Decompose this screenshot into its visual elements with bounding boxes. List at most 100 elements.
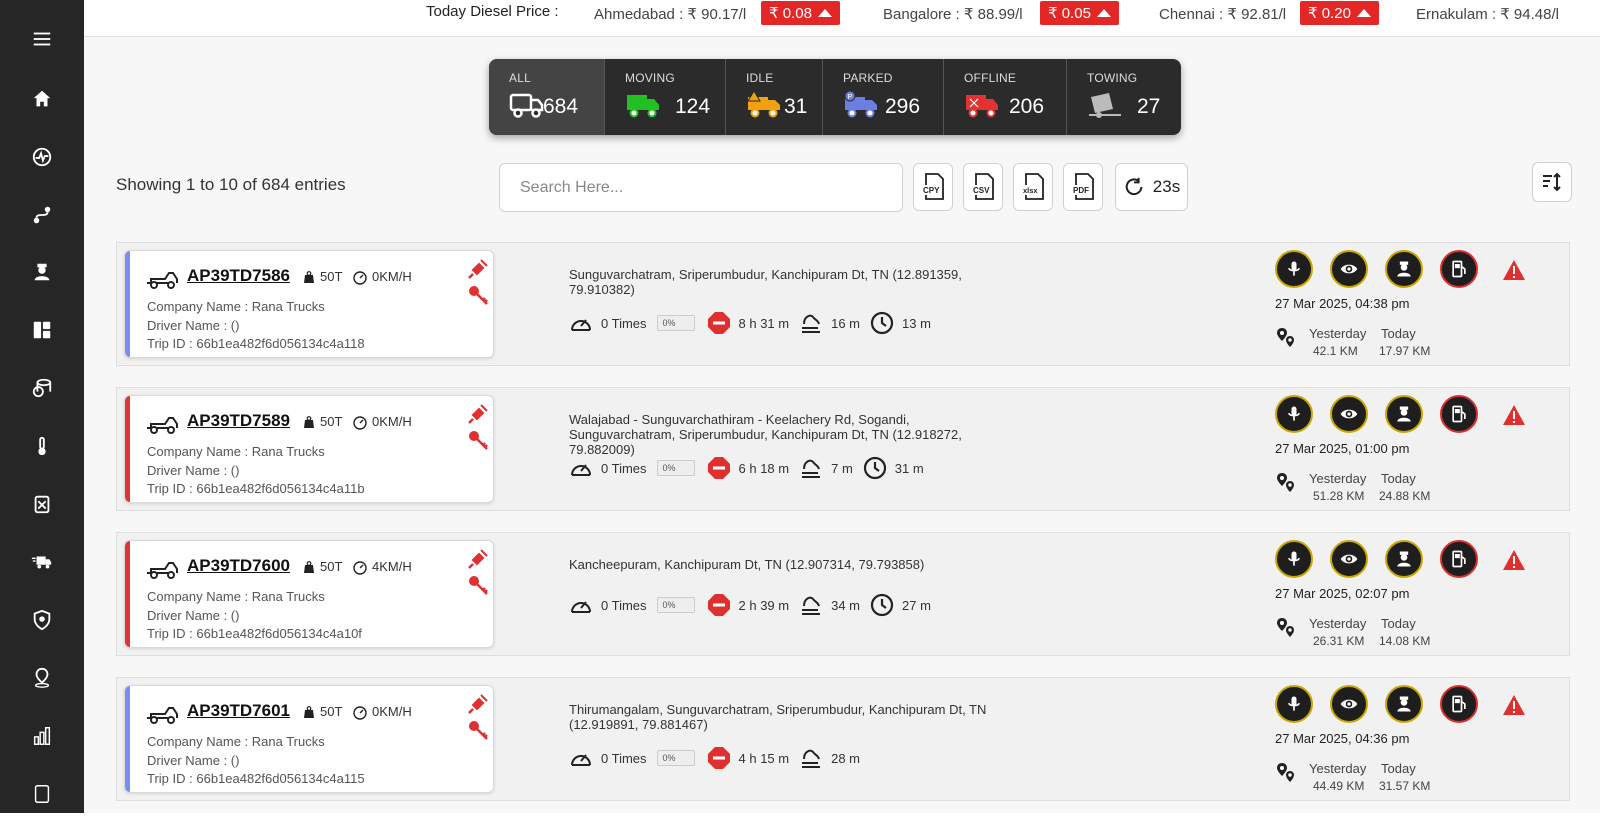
clock-duration: 27 m — [902, 597, 931, 613]
svg-text:P: P — [848, 94, 853, 101]
idle-duration: 34 m — [831, 597, 861, 613]
driver-button[interactable] — [1385, 540, 1423, 578]
key-icon[interactable] — [467, 719, 489, 741]
shield-icon[interactable] — [20, 598, 64, 642]
fuel-stack-icon[interactable] — [20, 366, 64, 410]
driver-name: Driver Name : () — [147, 463, 240, 478]
vehicle-plate-link[interactable]: AP39TD7600 — [187, 556, 290, 576]
key-icon[interactable] — [467, 429, 489, 451]
vehicle-address: Walajabad - Sunguvarchathiram - Keelache… — [569, 412, 962, 457]
speedometer-icon — [353, 416, 367, 430]
fuel-button[interactable] — [1440, 250, 1478, 288]
vehicle-card: AP39TD7589 50T 0KM/H Company Name : Rana Tr… — [124, 395, 494, 503]
vehicle-speed: 4KM/H — [372, 559, 412, 574]
key-icon[interactable] — [467, 284, 489, 306]
status-accent-bar — [125, 541, 130, 647]
key-icon[interactable] — [467, 574, 489, 596]
activity-icon[interactable] — [20, 135, 64, 179]
microphone-button[interactable] — [1275, 540, 1313, 578]
microphone-button[interactable] — [1275, 395, 1313, 433]
view-button[interactable] — [1330, 685, 1368, 723]
status-accent-bar — [125, 686, 130, 792]
location-pin-icon[interactable] — [20, 656, 64, 700]
status-tab-idle[interactable]: IDLE 31 — [726, 59, 823, 135]
vehicle-card: AP39TD7600 50T 4KM/H Company Name : Rana Tr… — [124, 540, 494, 648]
truck-icon — [509, 93, 544, 118]
copy-button[interactable]: CPY — [913, 163, 953, 211]
vehicle-row: AP39TD7589 50T 0KM/H Company Name : Rana Tr… — [116, 387, 1570, 511]
alert-icon[interactable] — [1502, 259, 1526, 281]
home-icon[interactable] — [20, 77, 64, 121]
fuel-pump-icon[interactable] — [20, 482, 64, 526]
plug-icon[interactable] — [467, 548, 489, 570]
menu-icon[interactable] — [20, 17, 64, 61]
microphone-icon — [1284, 694, 1304, 714]
xlsx-button[interactable]: xlsx — [1013, 163, 1053, 211]
sort-button[interactable] — [1532, 162, 1572, 202]
today-distance: 31.57 KM — [1379, 779, 1431, 793]
status-tab-offline[interactable]: OFFLINE 206 — [944, 59, 1067, 135]
overspeed-percent: 0% — [656, 460, 695, 476]
pdf-file-icon: PDF — [1072, 173, 1094, 200]
pdf-button[interactable]: PDF — [1063, 163, 1103, 211]
driver-icon[interactable] — [20, 250, 64, 294]
vehicle-plate-link[interactable]: AP39TD7601 — [187, 701, 290, 721]
bar-chart-icon[interactable] — [20, 714, 64, 758]
vehicle-address: Kancheepuram, Kanchipuram Dt, TN (12.907… — [569, 557, 925, 572]
alert-icon[interactable] — [1502, 694, 1526, 716]
driver-icon — [1394, 259, 1414, 279]
search-input[interactable] — [499, 163, 903, 212]
view-button[interactable] — [1330, 540, 1368, 578]
microphone-button[interactable] — [1275, 250, 1313, 288]
entries-info: Showing 1 to 10 of 684 entries — [116, 175, 346, 194]
vehicle-address: Sunguvarchatram, Sriperumbudur, Kanchipu… — [569, 267, 962, 297]
alert-icon[interactable] — [1502, 404, 1526, 426]
stop-icon — [707, 312, 730, 334]
status-tab-towing[interactable]: TOWING 27 — [1067, 59, 1181, 135]
refresh-button[interactable]: 23s — [1115, 163, 1188, 211]
fuel-button[interactable] — [1440, 685, 1478, 723]
today-label: Today — [1381, 471, 1416, 486]
microphone-button[interactable] — [1275, 685, 1313, 723]
vehicle-card: AP39TD7601 50T 0KM/H Company Name : Rana Tr… — [124, 685, 494, 793]
truck-fast-icon[interactable] — [20, 540, 64, 584]
plug-icon[interactable] — [467, 258, 489, 280]
view-button[interactable] — [1330, 250, 1368, 288]
stop-duration: 4 h 15 m — [738, 750, 790, 766]
status-tab-all[interactable]: ALL 684 — [489, 59, 605, 135]
dashboard-icon[interactable] — [20, 308, 64, 352]
trip-id: Trip ID : 66b1ea482f6d056134c4a10f — [147, 626, 362, 641]
temperature-icon[interactable] — [20, 424, 64, 468]
fuel-button[interactable] — [1440, 540, 1478, 578]
driver-icon — [1394, 404, 1414, 424]
idle-icon — [802, 596, 821, 615]
status-tab-moving[interactable]: MOVING 124 — [605, 59, 726, 135]
fuel-station-icon — [1449, 694, 1469, 714]
truck-offline-icon — [966, 95, 998, 118]
status-accent-bar — [125, 396, 130, 502]
overspeed-percent: 0% — [656, 315, 695, 331]
csv-button[interactable]: CSV — [963, 163, 1003, 211]
report-icon[interactable] — [20, 772, 64, 816]
speedometer-icon — [571, 754, 591, 766]
svg-text:PDF: PDF — [1073, 186, 1089, 195]
driver-button[interactable] — [1385, 250, 1423, 288]
yesterday-distance: 44.49 KM — [1313, 779, 1365, 793]
last-update-time: 27 Mar 2025, 02:07 pm — [1275, 586, 1410, 601]
view-button[interactable] — [1330, 395, 1368, 433]
driver-button[interactable] — [1385, 395, 1423, 433]
csv-file-icon: CSV — [972, 173, 994, 200]
fuel-button[interactable] — [1440, 395, 1478, 433]
vehicle-plate-link[interactable]: AP39TD7586 — [187, 266, 290, 286]
idle-duration: 16 m — [831, 315, 861, 331]
status-tab-parked[interactable]: PARKED P 296 — [823, 59, 944, 135]
plug-icon[interactable] — [467, 403, 489, 425]
alert-icon[interactable] — [1502, 549, 1526, 571]
eye-icon — [1339, 694, 1359, 714]
diesel-price-ticker: Today Diesel Price : Ahmedabad : ₹ 90.17… — [84, 0, 1600, 37]
plug-icon[interactable] — [467, 693, 489, 715]
route-icon[interactable] — [20, 193, 64, 237]
driver-button[interactable] — [1385, 685, 1423, 723]
vehicle-plate-link[interactable]: AP39TD7589 — [187, 411, 290, 431]
vehicle-status-summary: ALL 684 MOVING 124 IDLE 31 PARKED P 296 … — [489, 59, 1181, 135]
